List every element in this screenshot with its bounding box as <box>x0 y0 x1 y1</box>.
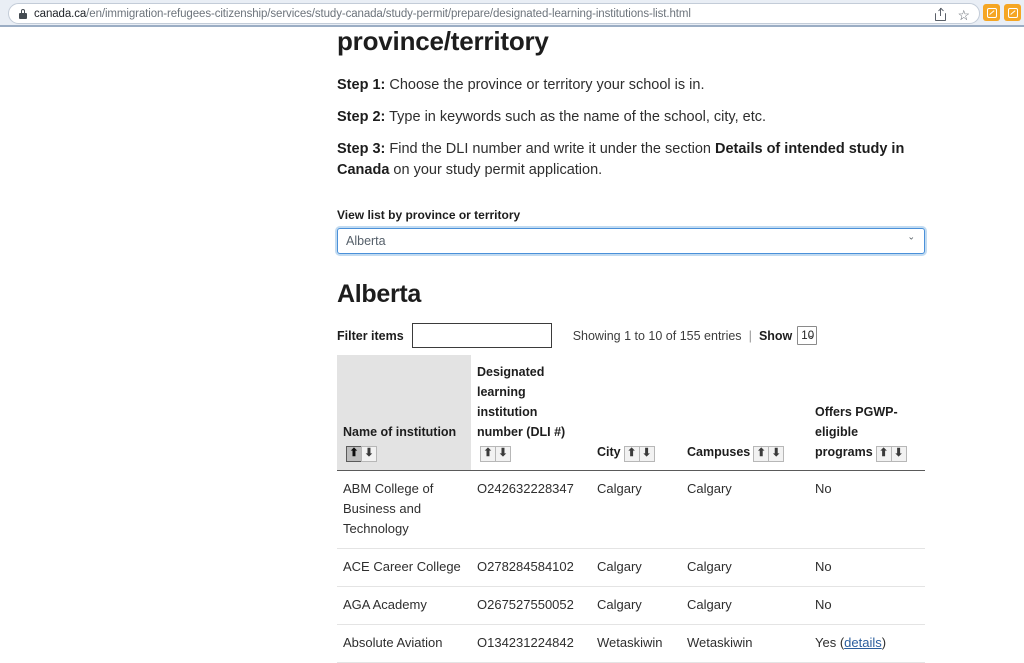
step-2-line: Step 2: Type in keywords such as the nam… <box>337 107 937 128</box>
cell-campuses: Calgary <box>681 586 809 625</box>
step-3-text-before: Find the DLI number and write it under t… <box>385 141 715 157</box>
step-1-text: Choose the province or territory your sc… <box>385 77 705 93</box>
table-row: AGA Academy O267527550052 Calgary Calgar… <box>337 586 925 625</box>
cell-institution-name: ABM College of Business and Technology <box>337 470 471 549</box>
sort-asc-pgwp-button[interactable]: ⬆ <box>875 445 892 462</box>
province-heading: Alberta <box>337 280 422 308</box>
column-label-dli-number: Designated learning institution number (… <box>477 365 566 439</box>
page-length-select[interactable]: 10 <box>797 326 818 346</box>
cell-city: Calgary <box>591 586 681 625</box>
column-header-pgwp: Offers PGWP-eligible programs ⬆ ⬇ <box>809 355 925 471</box>
cell-pgwp: No <box>809 586 925 625</box>
step-3-label: Step 3: <box>337 141 386 157</box>
cell-campuses: Wetaskiwin <box>681 624 809 663</box>
column-header-name-of-institution: Name of institution ⬆ ⬇ <box>337 355 471 471</box>
page-length-label: Show <box>758 328 793 343</box>
column-header-campuses: Campuses ⬆ ⬇ <box>681 355 809 471</box>
cell-pgwp: No <box>809 548 925 587</box>
url-host: canada.ca <box>34 7 87 20</box>
page-length-wrapper: 10 ⌄ <box>792 326 818 346</box>
dli-table-header-row: Name of institution ⬆ ⬇ Designated learnin… <box>337 355 925 471</box>
bookmark-star-icon[interactable]: ☆ <box>957 8 970 22</box>
province-select[interactable]: Alberta <box>337 228 925 254</box>
address-bar-actions: ☆ <box>935 4 970 25</box>
sort-group-dli: ⬆ ⬇ <box>480 445 511 462</box>
table-row: ACE Career College O278284584102 Calgary… <box>337 548 925 587</box>
column-label-name-of-institution: Name of institution <box>343 425 457 439</box>
sort-desc-city-button[interactable]: ⬇ <box>638 445 655 462</box>
cell-city: Calgary <box>591 470 681 549</box>
dli-table-head: Name of institution ⬆ ⬇ Designated learnin… <box>337 355 925 471</box>
sort-asc-name-button[interactable]: ⬆ <box>346 445 362 462</box>
table-row: Absolute Aviation O134231224842 Wetaskiw… <box>337 624 925 663</box>
cell-city: Calgary <box>591 548 681 587</box>
url-text: canada.ca/en/immigration-refugees-citize… <box>34 8 691 20</box>
sort-group-name: ⬆ ⬇ <box>346 445 377 462</box>
cell-dli-number: O242632228347 <box>471 470 591 549</box>
column-label-campuses: Campuses <box>687 445 751 459</box>
cell-campuses: Calgary <box>681 548 809 587</box>
filter-input[interactable] <box>411 323 552 348</box>
page-title: province/territory <box>337 26 549 56</box>
cell-pgwp: Yes (details) <box>809 624 925 663</box>
table-row: ABM College of Business and Technology O… <box>337 470 925 549</box>
sort-desc-campuses-button[interactable]: ⬇ <box>768 445 785 462</box>
cell-pgwp: No <box>809 470 925 549</box>
filter-label: Filter items <box>337 328 404 343</box>
step-1-label: Step 1: <box>337 77 386 93</box>
pgwp-details-link[interactable]: details <box>844 635 882 650</box>
browser-chrome: canada.ca/en/immigration-refugees-citize… <box>0 0 1024 27</box>
sort-desc-dli-button[interactable]: ⬇ <box>495 445 511 462</box>
url-path: /en/immigration-refugees-citizenship/ser… <box>86 7 691 20</box>
page-viewport: province/territory Step 1: Choose the pr… <box>0 27 1024 663</box>
showing-entries-text: Showing 1 to 10 of 155 entries <box>572 328 742 343</box>
step-2-label: Step 2: <box>337 109 386 125</box>
step-3-text-after: on your study permit application. <box>389 162 603 178</box>
sort-group-campuses: ⬆ ⬇ <box>753 445 785 462</box>
sort-desc-name-button[interactable]: ⬇ <box>361 445 377 462</box>
column-header-dli-number: Designated learning institution number (… <box>471 355 591 471</box>
pgwp-value: Yes ( <box>815 635 845 650</box>
step-2-text: Type in keywords such as the name of the… <box>385 109 767 125</box>
dli-table-body: ABM College of Business and Technology O… <box>337 470 925 663</box>
extension-badge-2-icon[interactable] <box>1004 4 1021 21</box>
province-select-label: View list by province or territory <box>337 208 521 222</box>
address-bar[interactable]: canada.ca/en/immigration-refugees-citize… <box>8 3 980 24</box>
extension-badge-1-icon[interactable] <box>983 4 1000 21</box>
step-3-line: Step 3: Find the DLI number and write it… <box>337 139 937 181</box>
cell-dli-number: O278284584102 <box>471 548 591 587</box>
sort-asc-campuses-button[interactable]: ⬆ <box>753 445 770 462</box>
cell-campuses: Calgary <box>681 470 809 549</box>
pgwp-suffix: ) <box>881 635 887 650</box>
dli-table: Name of institution ⬆ ⬇ Designated learnin… <box>337 355 925 663</box>
sort-asc-dli-button[interactable]: ⬆ <box>480 445 496 462</box>
sort-asc-city-button[interactable]: ⬆ <box>623 445 640 462</box>
cell-institution-name: AGA Academy <box>337 586 471 625</box>
sort-group-city: ⬆ ⬇ <box>623 445 655 462</box>
table-controls: Filter items Showing 1 to 10 of 155 entr… <box>337 323 937 348</box>
cell-city: Wetaskiwin <box>591 624 681 663</box>
extension-tray <box>983 4 1021 21</box>
cell-institution-name: Absolute Aviation <box>337 624 471 663</box>
cell-dli-number: O134231224842 <box>471 624 591 663</box>
page-content: province/territory Step 1: Choose the pr… <box>337 27 937 663</box>
sort-desc-pgwp-button[interactable]: ⬇ <box>890 445 907 462</box>
controls-divider: | <box>748 328 752 343</box>
sort-group-pgwp: ⬆ ⬇ <box>875 445 907 462</box>
cell-dli-number: O267527550052 <box>471 586 591 625</box>
column-header-city: City ⬆ ⬇ <box>591 355 681 471</box>
step-1-line: Step 1: Choose the province or territory… <box>337 75 937 96</box>
column-label-city: City <box>597 445 621 459</box>
province-select-wrapper: Alberta ⌄ <box>337 222 925 254</box>
cell-institution-name: ACE Career College <box>337 548 471 587</box>
share-icon[interactable] <box>935 8 947 21</box>
lock-icon <box>19 8 27 19</box>
